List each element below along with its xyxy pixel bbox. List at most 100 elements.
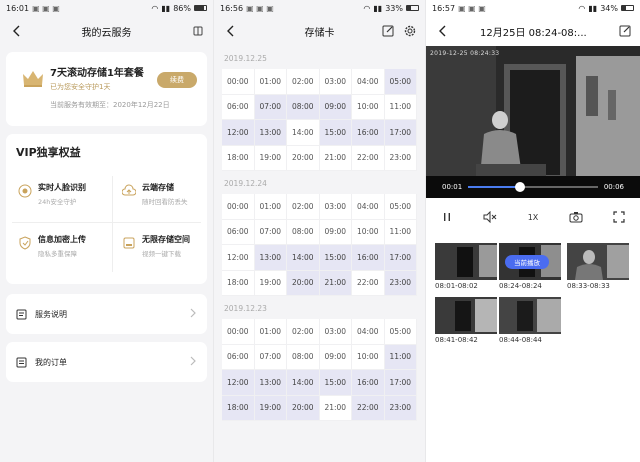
hour-cell[interactable]: 22:00 <box>352 270 385 296</box>
hour-cell[interactable]: 20:00 <box>287 145 320 171</box>
hour-cell-recorded[interactable]: 20:00 <box>287 270 320 296</box>
hour-cell-recorded[interactable]: 23:00 <box>384 270 417 296</box>
hour-cell[interactable]: 10:00 <box>352 219 385 245</box>
clip-item[interactable]: 08:01-08:02 <box>435 243 497 290</box>
hour-cell-recorded[interactable]: 23:00 <box>384 395 417 421</box>
hour-cell-recorded[interactable]: 22:00 <box>352 395 385 421</box>
gear-icon[interactable] <box>403 24 417 38</box>
hour-cell[interactable]: 06:00 <box>222 344 255 370</box>
seek-bar[interactable] <box>468 182 598 192</box>
hour-cell[interactable]: 01:00 <box>254 194 287 220</box>
seek-progress <box>468 186 521 188</box>
hour-cell[interactable]: 18:00 <box>222 270 255 296</box>
hour-cell[interactable]: 09:00 <box>319 219 352 245</box>
hour-cell[interactable]: 07:00 <box>254 219 287 245</box>
feature-cloud-storage[interactable]: 云端存储 随时回看防丢失 <box>122 182 213 228</box>
clip-item-current[interactable]: 当前播放 08:24-08:24 <box>499 243 561 290</box>
hour-cell[interactable]: 02:00 <box>287 69 320 95</box>
hour-cell-recorded[interactable]: 19:00 <box>254 395 287 421</box>
hour-cell-recorded[interactable]: 14:00 <box>287 245 320 271</box>
hour-cell-recorded[interactable]: 21:00 <box>319 270 352 296</box>
hour-cell[interactable]: 01:00 <box>254 319 287 345</box>
video-player[interactable]: 2019-12-25 08:24:33 00:01 00:06 <box>426 46 640 198</box>
hour-cell[interactable]: 19:00 <box>254 270 287 296</box>
hour-cell-recorded[interactable]: 13:00 <box>254 245 287 271</box>
hour-cell-recorded[interactable]: 12:00 <box>222 120 255 146</box>
hour-cell-recorded[interactable]: 17:00 <box>384 370 417 396</box>
feature-face-recognition[interactable]: 实时人脸识别 24h安全守护 <box>18 182 118 228</box>
hour-cell-recorded[interactable]: 15:00 <box>319 120 352 146</box>
hour-cell-recorded[interactable]: 16:00 <box>352 370 385 396</box>
hour-cell-recorded[interactable]: 13:00 <box>254 370 287 396</box>
hour-cell[interactable]: 08:00 <box>287 219 320 245</box>
speed-button[interactable]: 1X <box>528 213 539 222</box>
hour-cell-recorded[interactable]: 07:00 <box>254 94 287 120</box>
pause-icon[interactable] <box>441 211 453 223</box>
clip-item[interactable]: 08:44-08:44 <box>499 297 561 344</box>
hour-cell[interactable]: 06:00 <box>222 94 255 120</box>
clip-item[interactable]: 08:41-08:42 <box>435 297 497 344</box>
hour-cell[interactable]: 04:00 <box>352 319 385 345</box>
hour-cell[interactable]: 09:00 <box>319 344 352 370</box>
hour-cell[interactable]: 18:00 <box>222 145 255 171</box>
hour-cell-recorded[interactable]: 14:00 <box>287 370 320 396</box>
hour-cell[interactable]: 02:00 <box>287 319 320 345</box>
service-info-row[interactable]: 服务说明 <box>6 294 207 334</box>
renew-button[interactable]: 续费 <box>157 72 197 88</box>
my-orders-row[interactable]: 我的订单 <box>6 342 207 382</box>
hour-cell-recorded[interactable]: 20:00 <box>287 395 320 421</box>
hour-cell[interactable]: 10:00 <box>352 344 385 370</box>
back-arrow-icon[interactable] <box>10 24 24 38</box>
hour-cell[interactable]: 00:00 <box>222 319 255 345</box>
back-arrow-icon[interactable] <box>224 24 238 38</box>
hour-cell-recorded[interactable]: 17:00 <box>384 120 417 146</box>
fullscreen-icon[interactable] <box>613 211 625 223</box>
hour-cell-recorded[interactable]: 05:00 <box>384 69 417 95</box>
camera-snapshot-icon[interactable] <box>569 211 583 223</box>
hour-cell[interactable]: 10:00 <box>352 94 385 120</box>
hour-cell[interactable]: 03:00 <box>319 194 352 220</box>
hour-cell[interactable]: 02:00 <box>287 194 320 220</box>
hour-cell[interactable]: 11:00 <box>384 219 417 245</box>
mute-icon[interactable] <box>483 211 497 223</box>
hour-cell[interactable]: 05:00 <box>384 319 417 345</box>
hour-cell-recorded[interactable]: 08:00 <box>287 94 320 120</box>
seek-handle[interactable] <box>515 182 526 192</box>
hour-cell-recorded[interactable]: 13:00 <box>254 120 287 146</box>
hour-cell[interactable]: 03:00 <box>319 69 352 95</box>
hour-cell[interactable]: 03:00 <box>319 319 352 345</box>
hour-cell[interactable]: 23:00 <box>384 145 417 171</box>
edit-icon[interactable] <box>618 24 632 38</box>
hour-cell-recorded[interactable]: 15:00 <box>319 370 352 396</box>
hour-cell[interactable]: 08:00 <box>287 344 320 370</box>
hour-cell[interactable]: 00:00 <box>222 194 255 220</box>
clip-item[interactable]: 08:33-08:33 <box>567 243 629 290</box>
hour-cell-recorded[interactable]: 12:00 <box>222 370 255 396</box>
hour-cell[interactable]: 05:00 <box>384 194 417 220</box>
hour-cell[interactable]: 07:00 <box>254 344 287 370</box>
hour-cell-recorded[interactable]: 15:00 <box>319 245 352 271</box>
feature-unlimited-storage[interactable]: 无限存储空间 视频一键下载 <box>122 234 213 280</box>
hour-cell-recorded[interactable]: 16:00 <box>352 120 385 146</box>
hour-cell[interactable]: 12:00 <box>222 245 255 271</box>
edit-icon[interactable] <box>381 24 395 38</box>
hour-cell-recorded[interactable]: 18:00 <box>222 395 255 421</box>
hour-cell[interactable]: 21:00 <box>319 145 352 171</box>
hour-cell[interactable]: 21:00 <box>319 395 352 421</box>
hour-cell[interactable]: 04:00 <box>352 69 385 95</box>
hour-cell-recorded[interactable]: 11:00 <box>384 344 417 370</box>
hour-cell[interactable]: 01:00 <box>254 69 287 95</box>
hour-cell[interactable]: 11:00 <box>384 94 417 120</box>
hour-cell[interactable]: 19:00 <box>254 145 287 171</box>
menu-icon[interactable] <box>191 24 205 38</box>
hour-cell[interactable]: 14:00 <box>287 120 320 146</box>
hour-cell[interactable]: 04:00 <box>352 194 385 220</box>
back-arrow-icon[interactable] <box>436 24 450 38</box>
hour-cell[interactable]: 00:00 <box>222 69 255 95</box>
feature-encryption[interactable]: 信息加密上传 隐私多重保障 <box>18 234 118 280</box>
hour-cell-recorded[interactable]: 17:00 <box>384 245 417 271</box>
hour-cell-recorded[interactable]: 16:00 <box>352 245 385 271</box>
hour-cell[interactable]: 22:00 <box>352 145 385 171</box>
hour-cell[interactable]: 06:00 <box>222 219 255 245</box>
hour-cell-recorded[interactable]: 09:00 <box>319 94 352 120</box>
